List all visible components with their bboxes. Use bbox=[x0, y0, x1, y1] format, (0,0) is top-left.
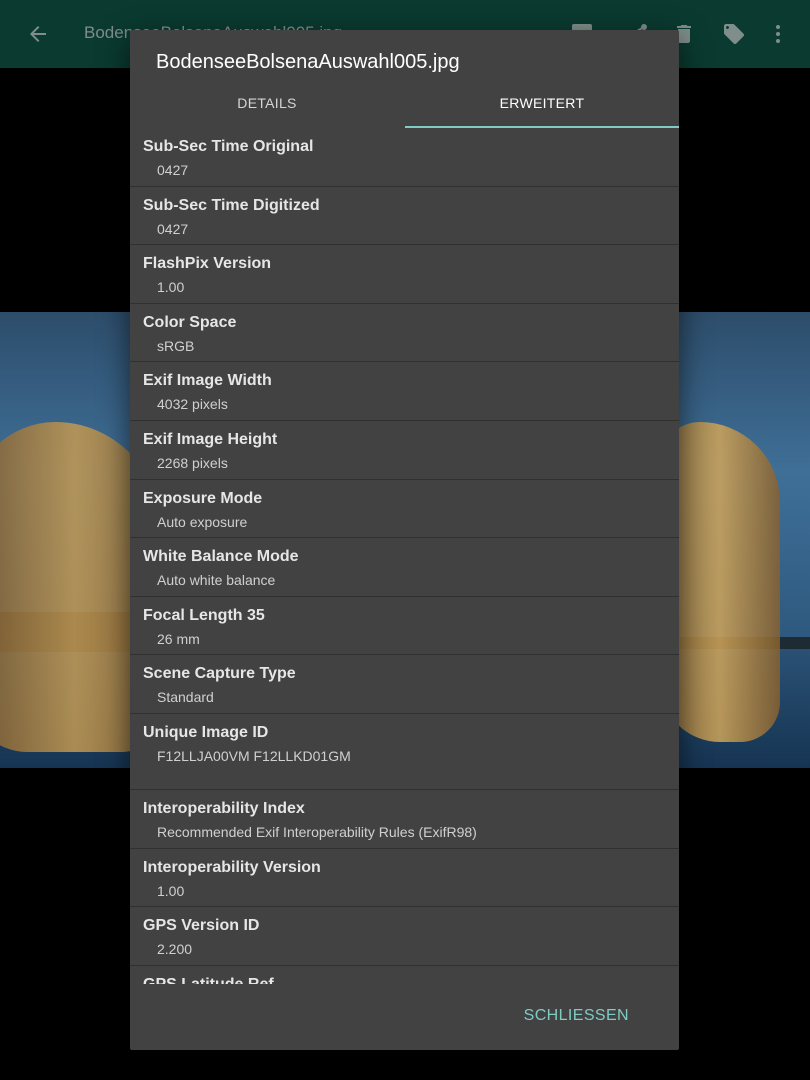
exif-value: Standard bbox=[157, 689, 214, 706]
exif-row: Unique Image ID F12LLJA00VM F12LLKD01GM bbox=[130, 714, 679, 790]
exif-label: Sub-Sec Time Original bbox=[143, 138, 314, 155]
exif-label: Interoperability Index bbox=[143, 799, 305, 817]
exif-label: Focal Length 35 bbox=[143, 606, 265, 624]
exif-row: Scene Capture Type Standard bbox=[130, 655, 679, 714]
dialog-actions: SCHLIESSEN bbox=[130, 986, 679, 1050]
tab-erweitert-label: ERWEITERT bbox=[499, 95, 585, 111]
exif-row: Sub-Sec Time Original 0427 bbox=[130, 128, 679, 187]
tab-erweitert[interactable]: ERWEITERT bbox=[405, 86, 679, 128]
exif-value: Auto exposure bbox=[157, 513, 248, 530]
dialog-title: BodenseeBolsenaAuswahl005.jpg bbox=[156, 51, 460, 73]
exif-row: Exif Image Height 2268 pixels bbox=[130, 421, 679, 480]
exif-value: F12LLJA00VM F12LLKD01GM bbox=[157, 747, 351, 764]
exif-label: GPS Latitude Ref bbox=[143, 976, 274, 984]
exif-value: Recommended Exif Interoperability Rules … bbox=[157, 823, 477, 840]
tab-bar: DETAILS ERWEITERT bbox=[130, 86, 679, 128]
exif-label: FlashPix Version bbox=[143, 255, 272, 273]
tag-icon[interactable] bbox=[722, 21, 746, 47]
exif-value: 2268 pixels bbox=[157, 454, 228, 471]
exif-label: Interoperability Version bbox=[143, 858, 321, 876]
exif-label: White Balance Mode bbox=[143, 548, 299, 566]
exif-value: 2.200 bbox=[157, 941, 193, 958]
exif-row: GPS Version ID 2.200 bbox=[130, 907, 679, 966]
exif-value: 4032 pixels bbox=[157, 396, 228, 413]
exif-value: 1.00 bbox=[157, 279, 185, 296]
exif-row: Focal Length 35 26 mm bbox=[130, 597, 679, 656]
exif-label: Exposure Mode bbox=[143, 489, 263, 507]
exif-label: Color Space bbox=[143, 313, 237, 331]
exif-row: Color Space sRGB bbox=[130, 304, 679, 363]
exif-list[interactable]: Sub-Sec Time Original 0427 Sub-Sec Time … bbox=[130, 128, 679, 984]
exif-row: Interoperability Index Recommended Exif … bbox=[130, 790, 679, 849]
exif-label: Sub-Sec Time Digitized bbox=[143, 196, 320, 214]
exif-label: Unique Image ID bbox=[143, 723, 269, 741]
exif-row: FlashPix Version 1.00 bbox=[130, 245, 679, 304]
exif-value: sRGB bbox=[157, 337, 195, 354]
exif-row: White Balance Mode Auto white balance bbox=[130, 538, 679, 597]
exif-label: GPS Version ID bbox=[143, 917, 260, 935]
exif-label: Exif Image Width bbox=[143, 372, 272, 390]
exif-label: Exif Image Height bbox=[143, 430, 278, 448]
exif-row: Exposure Mode Auto exposure bbox=[130, 480, 679, 539]
exif-value: 1.00 bbox=[157, 882, 185, 899]
more-vert-icon[interactable] bbox=[766, 21, 790, 47]
close-button[interactable]: SCHLIESSEN bbox=[524, 1007, 629, 1025]
back-arrow-icon[interactable] bbox=[26, 22, 50, 46]
exif-value: 0427 bbox=[157, 162, 189, 178]
exif-row: Interoperability Version 1.00 bbox=[130, 849, 679, 908]
tab-details-label: DETAILS bbox=[237, 95, 297, 111]
properties-dialog: BodenseeBolsenaAuswahl005.jpg DETAILS ER… bbox=[130, 30, 679, 1050]
exif-row: GPS Latitude Ref bbox=[130, 966, 679, 984]
exif-value: 26 mm bbox=[157, 630, 200, 647]
exif-row: Sub-Sec Time Digitized 0427 bbox=[130, 187, 679, 246]
exif-row: Exif Image Width 4032 pixels bbox=[130, 362, 679, 421]
exif-label: Scene Capture Type bbox=[143, 665, 296, 683]
tab-details[interactable]: DETAILS bbox=[130, 86, 404, 128]
exif-value: 0427 bbox=[157, 220, 189, 237]
exif-value: Auto white balance bbox=[157, 572, 276, 589]
